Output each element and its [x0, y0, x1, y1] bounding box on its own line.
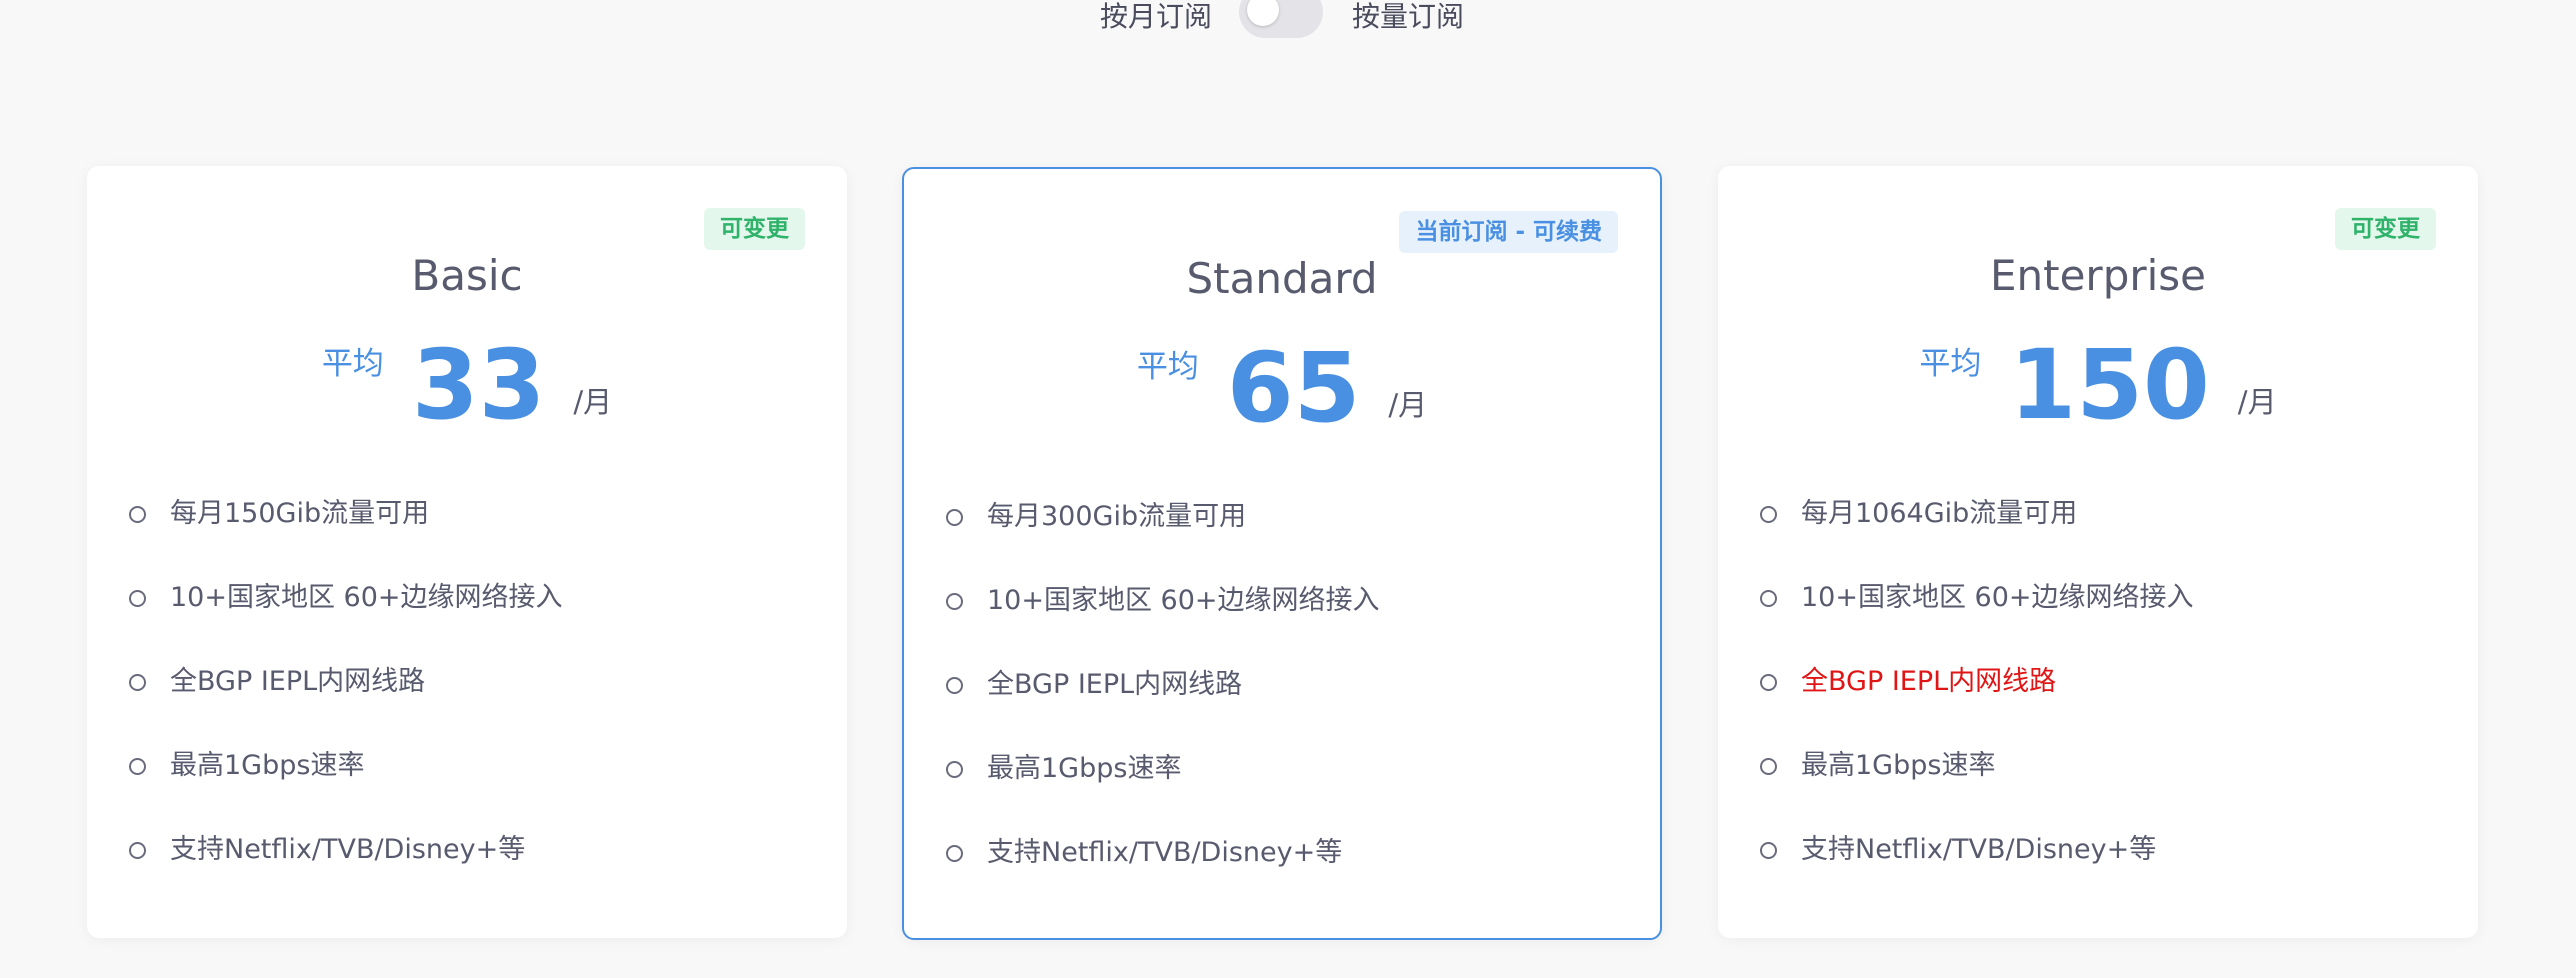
plan-name: Basic [411, 251, 523, 300]
feature-text: 最高1Gbps速率 [987, 753, 1182, 784]
circle-outline-icon [1760, 842, 1777, 859]
circle-outline-icon [946, 845, 963, 862]
feature-text: 最高1Gbps速率 [1801, 750, 1996, 781]
feature-item: 全BGP IEPL内网线路 [129, 664, 563, 748]
plan-card-enterprise[interactable]: 可变更 Enterprise 平均 150 /月 每月1064Gib流量可用 1… [1718, 166, 2478, 938]
circle-outline-icon [1760, 506, 1777, 523]
price-unit: /月 [1388, 388, 1428, 422]
circle-outline-icon [1760, 758, 1777, 775]
feature-item: 10+国家地区 60+边缘网络接入 [946, 583, 1380, 667]
feature-text: 全BGP IEPL内网线路 [1801, 666, 2057, 697]
feature-item: 10+国家地区 60+边缘网络接入 [1760, 580, 2194, 664]
feature-text: 最高1Gbps速率 [170, 750, 365, 781]
circle-outline-icon [946, 509, 963, 526]
feature-text: 每月1064Gib流量可用 [1801, 498, 2078, 529]
feature-list: 每月300Gib流量可用 10+国家地区 60+边缘网络接入 全BGP IEPL… [946, 499, 1380, 919]
circle-outline-icon [129, 506, 146, 523]
plan-card-standard[interactable]: 当前订阅 - 可续费 Standard 平均 65 /月 每月300Gib流量可… [902, 167, 1662, 940]
feature-text: 10+国家地区 60+边缘网络接入 [987, 585, 1380, 616]
feature-item: 最高1Gbps速率 [946, 751, 1380, 835]
price-row: 平均 65 /月 [904, 333, 1660, 443]
feature-item: 10+国家地区 60+边缘网络接入 [129, 580, 563, 664]
feature-item: 最高1Gbps速率 [129, 748, 563, 832]
plan-card-basic[interactable]: 可变更 Basic 平均 33 /月 每月150Gib流量可用 10+国家地区 … [87, 166, 847, 938]
circle-outline-icon [1760, 590, 1777, 607]
feature-text: 全BGP IEPL内网线路 [170, 666, 426, 697]
feature-list: 每月150Gib流量可用 10+国家地区 60+边缘网络接入 全BGP IEPL… [129, 496, 563, 916]
billing-toggle: 按月订阅 按量订阅 [0, 0, 2576, 40]
price-prefix: 平均 [1136, 349, 1199, 385]
circle-outline-icon [1760, 674, 1777, 691]
feature-item-highlighted: 全BGP IEPL内网线路 [1760, 664, 2194, 748]
toggle-label-usage[interactable]: 按量订阅 [1352, 0, 1464, 34]
circle-outline-icon [946, 677, 963, 694]
feature-text: 每月150Gib流量可用 [170, 498, 430, 529]
feature-item: 每月1064Gib流量可用 [1760, 496, 2194, 580]
price-prefix: 平均 [321, 346, 384, 382]
feature-item: 最高1Gbps速率 [1760, 748, 2194, 832]
feature-text: 支持Netflix/TVB/Disney+等 [987, 837, 1343, 868]
plan-name: Standard [1186, 254, 1378, 303]
feature-text: 10+国家地区 60+边缘网络接入 [1801, 582, 2194, 613]
plan-badge: 可变更 [2335, 208, 2436, 250]
price-unit: /月 [2237, 385, 2277, 419]
feature-text: 每月300Gib流量可用 [987, 501, 1247, 532]
circle-outline-icon [129, 674, 146, 691]
price-unit: /月 [573, 385, 613, 419]
feature-text: 全BGP IEPL内网线路 [987, 669, 1243, 700]
price-row: 平均 33 /月 [87, 330, 847, 440]
circle-outline-icon [946, 593, 963, 610]
feature-text: 10+国家地区 60+边缘网络接入 [170, 582, 563, 613]
price-value: 65 [1226, 332, 1361, 444]
price-value: 33 [411, 329, 546, 441]
price-row: 平均 150 /月 [1718, 330, 2478, 440]
feature-item: 支持Netflix/TVB/Disney+等 [1760, 832, 2194, 916]
feature-list: 每月1064Gib流量可用 10+国家地区 60+边缘网络接入 全BGP IEP… [1760, 496, 2194, 916]
plan-badge-current: 当前订阅 - 可续费 [1399, 211, 1618, 253]
plan-name: Enterprise [1989, 251, 2207, 300]
toggle-label-monthly[interactable]: 按月订阅 [1100, 0, 1212, 34]
price-value: 150 [2009, 329, 2210, 441]
feature-item: 支持Netflix/TVB/Disney+等 [946, 835, 1380, 919]
plan-badge: 可变更 [704, 208, 805, 250]
circle-outline-icon [129, 590, 146, 607]
switch-knob[interactable] [1247, 0, 1279, 26]
feature-item: 支持Netflix/TVB/Disney+等 [129, 832, 563, 916]
price-prefix: 平均 [1919, 346, 1982, 382]
circle-outline-icon [129, 842, 146, 859]
feature-text: 支持Netflix/TVB/Disney+等 [170, 834, 526, 865]
feature-item: 每月300Gib流量可用 [946, 499, 1380, 583]
billing-switch[interactable] [1239, 0, 1323, 38]
circle-outline-icon [129, 758, 146, 775]
feature-text: 支持Netflix/TVB/Disney+等 [1801, 834, 2157, 865]
feature-item: 全BGP IEPL内网线路 [946, 667, 1380, 751]
circle-outline-icon [946, 761, 963, 778]
feature-item: 每月150Gib流量可用 [129, 496, 563, 580]
